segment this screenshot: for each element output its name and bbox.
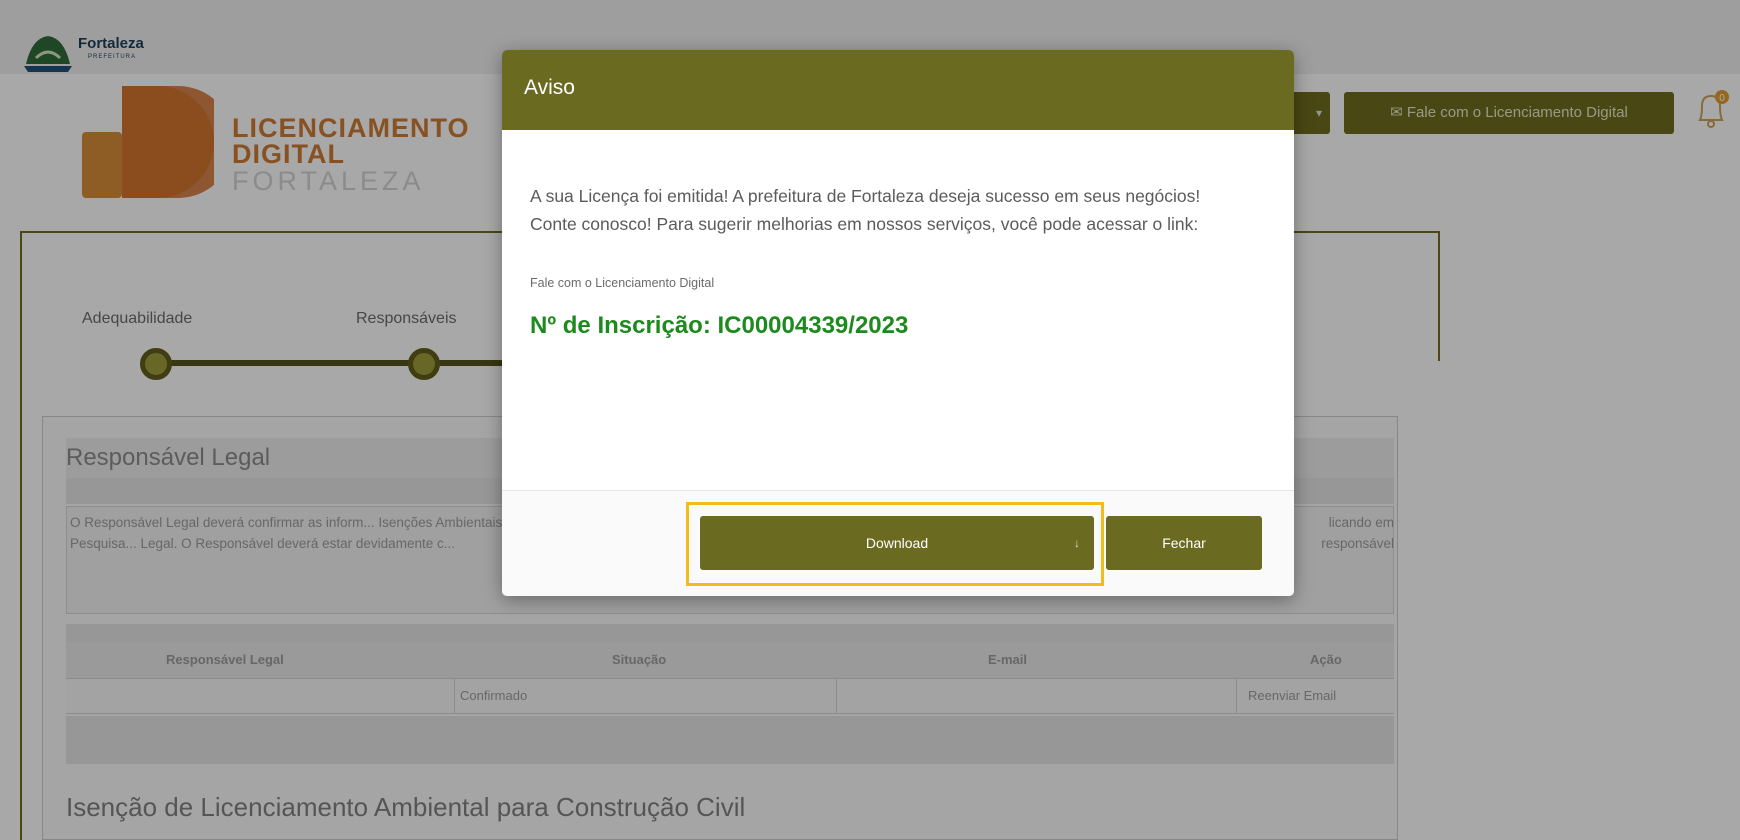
download-button[interactable]: Download ↓ [700, 516, 1094, 570]
aviso-modal: Aviso A sua Licença foi emitida! A prefe… [502, 50, 1294, 596]
close-button[interactable]: Fechar [1106, 516, 1262, 570]
contact-link[interactable]: Fale com o Licenciamento Digital [530, 276, 714, 290]
inscricao-number: Nº de Inscrição: IC00004339/2023 [530, 312, 909, 339]
modal-message: A sua Licença foi emitida! A prefeitura … [530, 186, 1201, 234]
modal-header: Aviso [502, 50, 1294, 130]
download-label: Download [865, 535, 929, 551]
modal-title: Aviso [524, 76, 575, 99]
download-arrow-icon: ↓ [1074, 536, 1080, 550]
